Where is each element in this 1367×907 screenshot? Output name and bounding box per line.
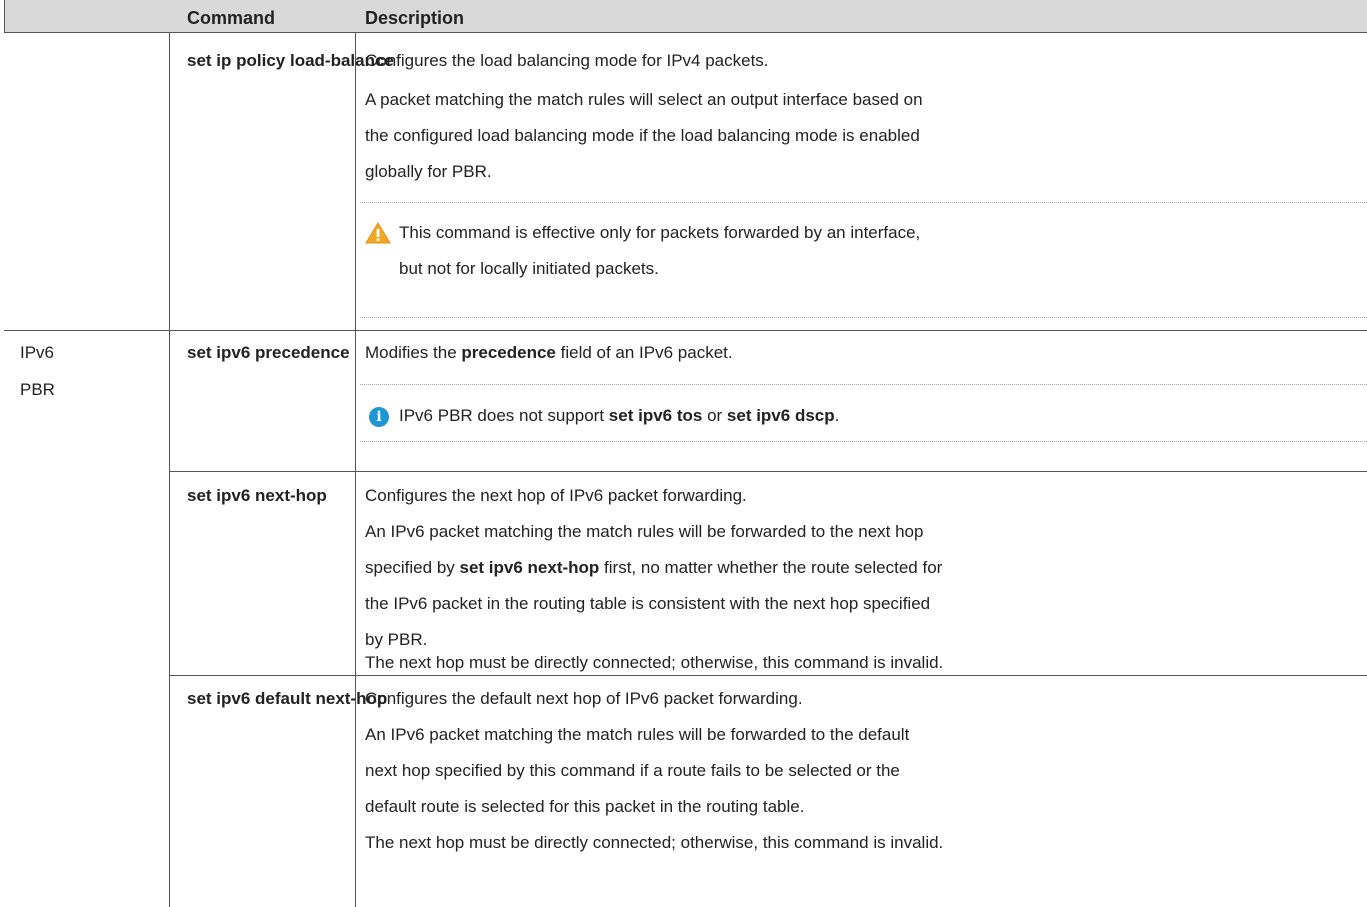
group-label: PBR: [20, 380, 55, 399]
description-line: next hop specified by this command if a …: [365, 761, 900, 780]
description-line: Configures the default next hop of IPv6 …: [365, 689, 803, 708]
warning-text: but not for locally initiated packets.: [399, 259, 659, 278]
column-divider-group: [169, 32, 170, 907]
description-line: globally for PBR.: [365, 162, 492, 181]
warning-icon: [365, 222, 391, 244]
description-line: Modifies the precedence field of an IPv6…: [365, 343, 733, 362]
header-bottom-border: [4, 32, 1367, 33]
header-command: Command: [187, 8, 276, 28]
dotted-divider: [360, 202, 1367, 203]
command-cell: set ip policy load-balance: [187, 51, 394, 70]
command-cell: set ipv6 precedence: [187, 343, 350, 362]
left-border: [4, 0, 5, 32]
description-line: An IPv6 packet matching the match rules …: [365, 522, 924, 541]
description-line: The next hop must be directly connected;…: [365, 653, 944, 672]
column-divider-command: [355, 32, 356, 907]
description-line: default route is selected for this packe…: [365, 797, 805, 816]
description-line: the configured load balancing mode if th…: [365, 126, 920, 145]
description-line: the IPv6 packet in the routing table is …: [365, 594, 931, 613]
info-text: IPv6 PBR does not support set ipv6 tos o…: [399, 406, 840, 425]
row1-bottom-border: [4, 330, 1367, 331]
command-cell: set ipv6 next-hop: [187, 486, 327, 505]
group-label: IPv6: [20, 343, 55, 362]
command-cell: set ipv6 default next-hop: [187, 689, 388, 708]
description-line: Configures the next hop of IPv6 packet f…: [365, 486, 747, 505]
row3-bottom-border: [169, 675, 1367, 676]
warning-text: This command is effective only for packe…: [399, 223, 921, 242]
header-description: Description: [365, 8, 465, 28]
info-icon: i: [369, 407, 389, 427]
description-line: by PBR.: [365, 630, 428, 649]
row2-bottom-border: [169, 471, 1367, 472]
description-line: A packet matching the match rules will s…: [365, 90, 923, 109]
table-header: Command Description: [4, 0, 1367, 32]
dotted-divider: [360, 441, 1367, 442]
description-line: An IPv6 packet matching the match rules …: [365, 725, 910, 744]
dotted-divider: [360, 384, 1367, 385]
description-line: The next hop must be directly connected;…: [365, 833, 944, 852]
dotted-divider: [360, 317, 1367, 318]
description-line: Configures the load balancing mode for I…: [365, 51, 769, 70]
description-line: specified by set ipv6 next-hop first, no…: [365, 558, 943, 577]
